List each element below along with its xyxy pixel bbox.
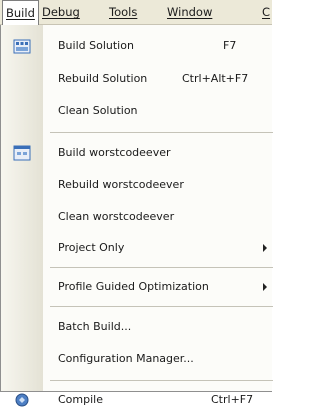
menu-item-label: Rebuild worstcodeever — [58, 178, 184, 191]
build-dropdown-menu: Build Solution F7 Rebuild Solution Ctrl+… — [0, 25, 273, 407]
menu-item-label: Profile Guided Optimization — [58, 280, 209, 293]
menu-item-configuration-manager[interactable]: Configuration Manager... — [1, 343, 273, 375]
build-project-icon — [13, 145, 31, 161]
compile-icon — [15, 393, 29, 407]
menu-item-clean-project[interactable]: Clean worstcodeever — [1, 201, 273, 233]
menu-separator — [50, 132, 273, 133]
menu-item-build-solution[interactable]: Build Solution F7 — [1, 30, 273, 62]
menu-item-label: Build worstcodeever — [58, 146, 171, 159]
menu-item-label: Build Solution — [58, 39, 134, 52]
build-solution-icon — [13, 39, 31, 54]
menu-separator — [50, 306, 273, 307]
menu-item-rebuild-project[interactable]: Rebuild worstcodeever — [1, 169, 273, 201]
menu-build[interactable]: Build — [2, 0, 39, 26]
menu-item-label: Batch Build... — [58, 320, 132, 333]
menu-item-label: Project Only — [58, 241, 125, 254]
menu-item-label: Rebuild Solution — [58, 72, 148, 85]
menu-item-label: Configuration Manager... — [58, 352, 194, 365]
menu-item-batch-build[interactable]: Batch Build... — [1, 311, 273, 343]
menu-item-clean-solution[interactable]: Clean Solution — [1, 95, 273, 127]
menu-tools[interactable]: Tools — [109, 0, 137, 25]
menu-item-profile-guided-optimization[interactable]: Profile Guided Optimization — [1, 271, 273, 303]
submenu-arrow-icon — [263, 283, 267, 291]
menu-item-compile[interactable]: Compile Ctrl+F7 — [1, 384, 273, 416]
menu-debug[interactable]: Debug — [42, 0, 80, 25]
menu-window[interactable]: Window — [167, 0, 212, 25]
menu-item-label: Clean Solution — [58, 104, 138, 117]
menu-item-label: Compile — [58, 393, 103, 406]
menu-item-rebuild-solution[interactable]: Rebuild Solution Ctrl+Alt+F7 — [1, 63, 273, 95]
menu-item-build-project[interactable]: Build worstcodeever — [1, 137, 273, 169]
menu-item-shortcut: Ctrl+F7 — [211, 393, 254, 406]
menu-separator — [50, 267, 273, 268]
menu-truncated[interactable]: C — [262, 0, 270, 25]
menu-item-project-only[interactable]: Project Only — [1, 232, 273, 264]
menu-separator — [50, 380, 273, 381]
menu-item-shortcut: Ctrl+Alt+F7 — [182, 72, 249, 85]
menu-item-label: Clean worstcodeever — [58, 210, 175, 223]
submenu-arrow-icon — [263, 244, 267, 252]
menu-bar: Build Debug Tools Window C — [0, 0, 272, 26]
menu-item-shortcut: F7 — [223, 39, 237, 52]
